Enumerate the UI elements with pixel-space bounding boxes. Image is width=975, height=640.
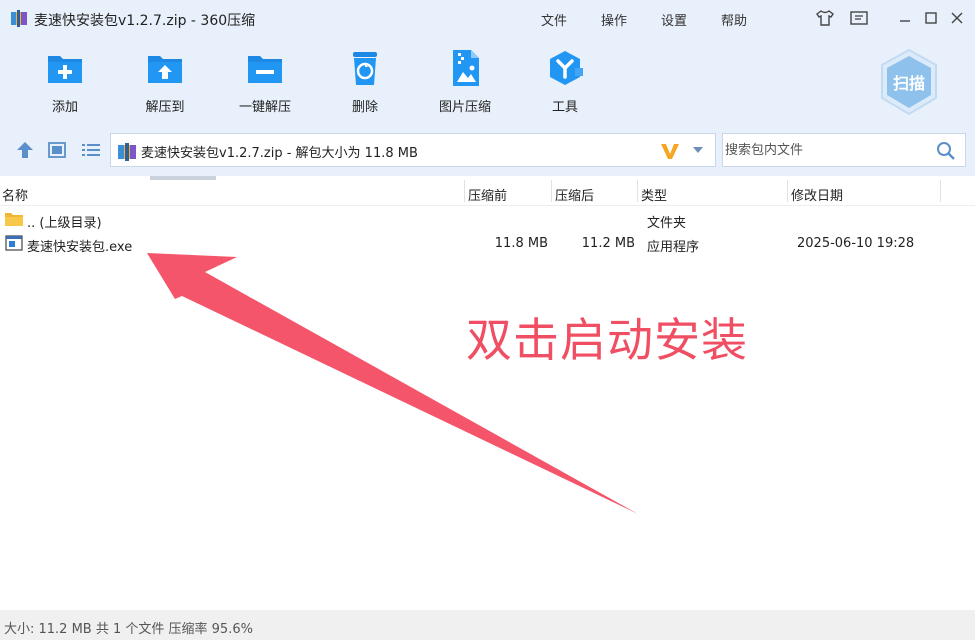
menu-help[interactable]: 帮助 [721, 10, 747, 29]
image-compress-icon [453, 50, 479, 86]
up-arrow-icon[interactable] [14, 140, 36, 160]
file-type: 应用程序 [647, 240, 700, 255]
column-divider[interactable] [464, 180, 465, 202]
path-text: 麦速快安装包v1.2.7.zip - 解包大小为 11.8 MB [141, 146, 418, 161]
column-divider[interactable] [940, 180, 941, 202]
zip-archive-icon [11, 10, 27, 27]
extract-to-label: 解压到 [145, 100, 185, 115]
column-size-before[interactable]: 压缩前 [468, 185, 507, 204]
one-click-extract-button[interactable]: 一键解压 [225, 48, 305, 115]
image-compress-label: 图片压缩 [438, 100, 491, 115]
maximize-button[interactable] [920, 8, 942, 28]
minimize-button[interactable] [894, 8, 916, 28]
column-divider[interactable] [787, 180, 788, 202]
chevron-down-icon[interactable] [691, 143, 705, 157]
file-type: 文件夹 [647, 216, 687, 231]
column-header: 名称 压缩前 压缩后 类型 修改日期 [0, 176, 975, 206]
extract-to-button[interactable]: 解压到 [125, 48, 205, 115]
status-bar: 大小: 11.2 MB 共 1 个文件 压缩率 95.6% [0, 610, 975, 640]
tools-icon [550, 51, 583, 85]
close-icon [951, 12, 963, 24]
path-bar: 麦速快安装包v1.2.7.zip - 解包大小为 11.8 MB [0, 126, 975, 176]
column-divider[interactable] [551, 180, 552, 202]
thumbnail-view-icon[interactable] [46, 140, 68, 160]
shirt-icon [816, 10, 834, 26]
toolbar: 添加 解压到 一键解压 删除 图片压缩 工具 扫描 [0, 36, 975, 126]
menu-operation[interactable]: 操作 [601, 10, 627, 29]
file-size-before: 11.8 MB [494, 236, 548, 251]
add-label: 添加 [51, 100, 78, 115]
window-title: 麦速快安装包v1.2.7.zip - 360压缩 [34, 13, 256, 29]
table-row[interactable]: 麦速快安装包.exe 11.8 MB 11.2 MB 应用程序 2025-06-… [0, 232, 975, 256]
one-click-extract-label: 一键解压 [238, 100, 291, 115]
delete-icon [353, 52, 377, 85]
maximize-icon [925, 12, 937, 24]
search-icon[interactable] [936, 141, 956, 161]
column-modified[interactable]: 修改日期 [791, 185, 843, 204]
scan-label: 扫描 [893, 74, 925, 93]
list-view-icon[interactable] [80, 140, 102, 160]
menu-file[interactable]: 文件 [541, 10, 567, 29]
close-button[interactable] [946, 8, 968, 28]
image-compress-button[interactable]: 图片压缩 [425, 48, 505, 115]
file-modified: 2025-06-10 19:28 [797, 236, 915, 251]
folder-icon [5, 213, 23, 226]
column-name[interactable]: 名称 [2, 185, 28, 204]
zip-archive-icon [118, 143, 136, 161]
title-bar: 麦速快安装包v1.2.7.zip - 360压缩 文件 操作 设置 帮助 [0, 0, 975, 36]
one-click-extract-icon [248, 56, 282, 83]
column-size-after[interactable]: 压缩后 [555, 185, 594, 204]
column-divider[interactable] [637, 180, 638, 202]
search-box [722, 133, 966, 167]
minimize-icon [900, 20, 910, 22]
feedback-button[interactable] [848, 8, 870, 28]
skin-button[interactable] [814, 8, 836, 28]
horizontal-scrollbar[interactable] [150, 176, 216, 180]
add-icon [48, 56, 82, 83]
search-input[interactable] [725, 140, 925, 160]
file-name: .. (上级目录) [27, 216, 102, 231]
menu-settings[interactable]: 设置 [661, 10, 687, 29]
delete-label: 删除 [351, 100, 378, 115]
tools-label: 工具 [551, 100, 578, 115]
column-type[interactable]: 类型 [641, 185, 667, 204]
message-icon [850, 11, 868, 25]
exe-icon [5, 235, 23, 251]
path-field[interactable]: 麦速快安装包v1.2.7.zip - 解包大小为 11.8 MB [110, 133, 716, 167]
annotation-text: 双击启动安装 [466, 313, 748, 367]
status-text: 大小: 11.2 MB 共 1 个文件 压缩率 95.6% [4, 622, 253, 637]
vip-icon[interactable] [659, 140, 681, 162]
delete-button[interactable]: 删除 [325, 48, 405, 115]
extract-icon [148, 56, 182, 83]
file-size-after: 11.2 MB [581, 236, 635, 251]
tools-button[interactable]: 工具 [525, 48, 605, 115]
file-name: 麦速快安装包.exe [27, 240, 133, 255]
add-button[interactable]: 添加 [25, 48, 105, 115]
table-row[interactable]: .. (上级目录) 文件夹 [0, 208, 975, 232]
scan-button[interactable]: 扫描 [878, 48, 940, 118]
